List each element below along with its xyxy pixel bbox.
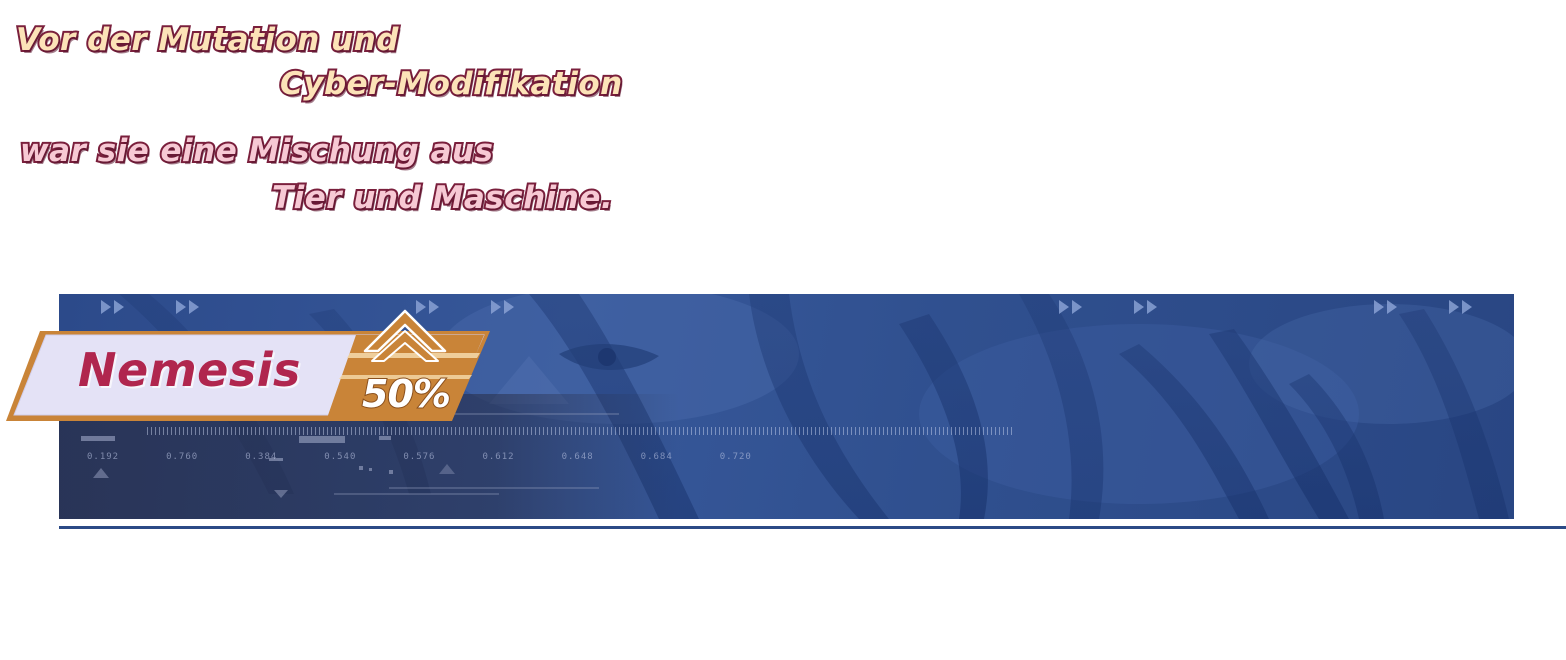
hud-readout: 0.192 bbox=[87, 452, 120, 462]
scene: Vor der Mutation und Cyber-Modifikation … bbox=[0, 0, 1566, 660]
hud-readout: 0.760 bbox=[166, 452, 199, 462]
fast-forward-arrows-icon bbox=[1134, 300, 1157, 314]
intro-text-line-2: Cyber-Modifikation bbox=[278, 64, 624, 104]
hud-readout: 0.648 bbox=[561, 452, 594, 462]
rate-up-percent: 50% bbox=[361, 371, 452, 417]
intro-text-line-3: war sie eine Mischung aus bbox=[18, 131, 495, 171]
fast-forward-arrows-icon bbox=[1059, 300, 1082, 314]
intro-text-line-1: Vor der Mutation und bbox=[14, 20, 401, 60]
hud-readouts: 0.192 0.760 0.384 0.540 0.576 0.612 0.64… bbox=[87, 444, 751, 463]
banner-underline bbox=[59, 526, 1566, 529]
hud-readout: 0.612 bbox=[482, 452, 515, 462]
character-name: Nemesis bbox=[78, 343, 301, 397]
intro-text-line-4: Tier und Maschine. bbox=[270, 178, 615, 218]
hud-readout: 0.384 bbox=[245, 452, 278, 462]
hud-readout: 0.576 bbox=[403, 452, 436, 462]
hud-readout: 0.720 bbox=[719, 452, 752, 462]
hud-readout: 0.540 bbox=[324, 452, 357, 462]
hud-tick-ruler bbox=[147, 427, 1012, 435]
hud-readout: 0.684 bbox=[640, 452, 673, 462]
